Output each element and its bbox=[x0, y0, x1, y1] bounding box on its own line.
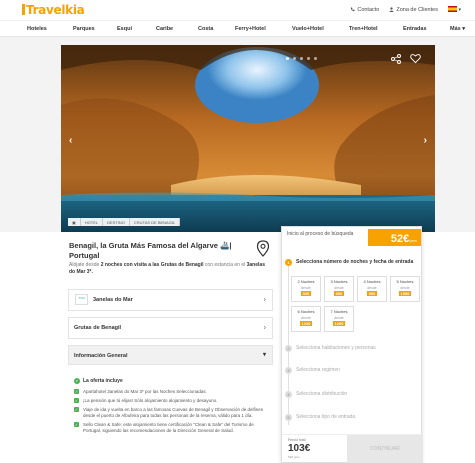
travelkia-logo[interactable]: Travelkia bbox=[22, 3, 85, 17]
panel-title: Inicio al proceso de búsqueda bbox=[287, 231, 354, 237]
included-list: ✓ La oferta incluye ✓ Apartahotel 3anelas … bbox=[74, 378, 270, 437]
carousel-dot[interactable] bbox=[300, 57, 303, 60]
hero-image[interactable]: ‹ › ▣ HOTEL DESTINO CRUTAS DE BENAGIL bbox=[61, 45, 435, 232]
check-icon: ✓ bbox=[74, 389, 79, 394]
option-2-nights[interactable]: 2 Noches desde 52€ bbox=[291, 276, 321, 302]
check-icon: ✓ bbox=[74, 422, 79, 427]
chevron-right-icon: › bbox=[263, 324, 266, 332]
nav-vuelo-hotel[interactable]: Vuelo+Hotel bbox=[292, 26, 324, 32]
nav-entradas[interactable]: Entradas bbox=[403, 26, 427, 32]
hero-tags: ▣ HOTEL DESTINO CRUTAS DE BENAGIL bbox=[68, 218, 181, 226]
step-rooms[interactable]: 2 Selecciona habitaciones y personas bbox=[285, 345, 376, 352]
continue-button[interactable]: CONTINUAR bbox=[347, 435, 423, 463]
step-nights[interactable]: 1 Selecciona número de noches y fecha de … bbox=[285, 259, 417, 266]
nav-esqui[interactable]: Esquí bbox=[117, 26, 132, 32]
tag-grutas[interactable]: CRUTAS DE BENAGIL bbox=[129, 218, 181, 226]
carousel-dot[interactable] bbox=[314, 57, 317, 60]
product-title: Benagil, la Gruta Más Famosa del Algarve… bbox=[69, 241, 232, 260]
list-item: ✓ Sello Clean & Safe: este alojamiento ti… bbox=[74, 422, 254, 433]
included-heading: ✓ La oferta incluye bbox=[74, 378, 123, 384]
check-icon: ✓ bbox=[74, 407, 79, 412]
nav-hoteles[interactable]: Hoteles bbox=[27, 26, 47, 32]
step-ticket-type[interactable]: 5 Selecciona tipo de entrada bbox=[285, 414, 355, 421]
prev-arrow-icon[interactable]: ‹ bbox=[69, 135, 72, 146]
list-item: ✓ Apartahotel 3anelas do Mar 3* por las N… bbox=[74, 389, 207, 394]
chevron-down-icon: ▾ bbox=[458, 7, 461, 13]
caves-label: Grutas de Benagil bbox=[74, 325, 122, 331]
total-price: 103€ bbox=[288, 443, 311, 454]
phone-icon bbox=[350, 7, 355, 12]
option-3-nights[interactable]: 3 Noches desde 65€ bbox=[324, 276, 354, 302]
carousel-dot[interactable] bbox=[286, 57, 289, 60]
tag-destino[interactable]: DESTINO bbox=[103, 218, 130, 226]
price-badge: 52€/pers bbox=[368, 229, 421, 246]
info-general-header[interactable]: Información General ▾ bbox=[68, 345, 273, 365]
check-icon: ✓ bbox=[74, 398, 79, 403]
chevron-down-icon: ▾ bbox=[262, 352, 266, 358]
nav-tren-hotel[interactable]: Tren+Hotel bbox=[349, 26, 378, 32]
total-per-person: 52€ pers bbox=[288, 455, 300, 459]
language-selector[interactable]: ▾ bbox=[447, 6, 461, 13]
share-icon[interactable] bbox=[391, 54, 401, 64]
caves-row[interactable]: Grutas de Benagil › bbox=[68, 317, 273, 339]
nav-caribe[interactable]: Caribe bbox=[156, 26, 173, 32]
hotel-row[interactable]: TYM 3anelas do Mar › bbox=[68, 289, 273, 311]
benagil-cave-photo bbox=[61, 45, 435, 232]
hotel-name: 3anelas do Mar bbox=[93, 297, 133, 303]
chevron-right-icon: › bbox=[263, 296, 266, 304]
carousel-dot[interactable] bbox=[293, 57, 296, 60]
step-distribution[interactable]: 4 Selecciona distribución bbox=[285, 391, 347, 398]
total-label: Precio total bbox=[288, 438, 306, 442]
carousel-dots bbox=[286, 57, 317, 60]
top-bar: Travelkia Contacto Zona de Clientes ▾ bbox=[0, 0, 475, 20]
map-pin-icon[interactable] bbox=[256, 240, 270, 257]
contact-link[interactable]: Contacto bbox=[350, 7, 379, 13]
check-circle-icon: ✓ bbox=[74, 378, 80, 384]
client-zone-link[interactable]: Zona de Clientes bbox=[389, 7, 438, 13]
nav-parques[interactable]: Parques bbox=[73, 26, 95, 32]
step-regimen[interactable]: 3 Selecciona regimen bbox=[285, 367, 340, 374]
user-icon bbox=[389, 6, 395, 12]
list-item: ✓ ¡La pensión que tú elijas! Sólo alojami… bbox=[74, 398, 218, 403]
option-4-nights[interactable]: 4 Noches desde 96€ bbox=[357, 276, 387, 302]
product-subtitle: Alójate desde 2 noches con visita a las … bbox=[69, 262, 265, 275]
spain-flag-icon bbox=[447, 6, 457, 12]
nav-mas[interactable]: Más ▾ bbox=[450, 26, 465, 32]
option-5-nights[interactable]: 5 Noches desde 109€ bbox=[390, 276, 420, 302]
nav-costa[interactable]: Costa bbox=[198, 26, 213, 32]
nav-ferry-hotel[interactable]: Ferry+Hotel bbox=[235, 26, 266, 32]
booking-panel: Inicio al proceso de búsqueda 52€/pers 1… bbox=[281, 226, 423, 463]
list-item: ✓ Viaje de ida y vuelta en barco a las fa… bbox=[74, 407, 264, 418]
heart-icon[interactable] bbox=[410, 53, 421, 64]
option-6-nights[interactable]: 6 Noches desde 122€ bbox=[291, 306, 321, 332]
next-arrow-icon[interactable]: › bbox=[424, 135, 427, 146]
total-bar: Precio total 103€ 52€ pers CONTINUAR bbox=[282, 434, 423, 463]
carousel-dot[interactable] bbox=[307, 57, 310, 60]
option-7-nights[interactable]: 7 Noches desde 126€ bbox=[324, 306, 354, 332]
tag-hotel[interactable]: HOTEL bbox=[80, 218, 104, 226]
main-nav: Hoteles Parques Esquí Caribe Costa Ferry… bbox=[0, 20, 475, 37]
hotel-logo: TYM bbox=[75, 294, 88, 305]
tag-photo-icon[interactable]: ▣ bbox=[68, 218, 81, 226]
